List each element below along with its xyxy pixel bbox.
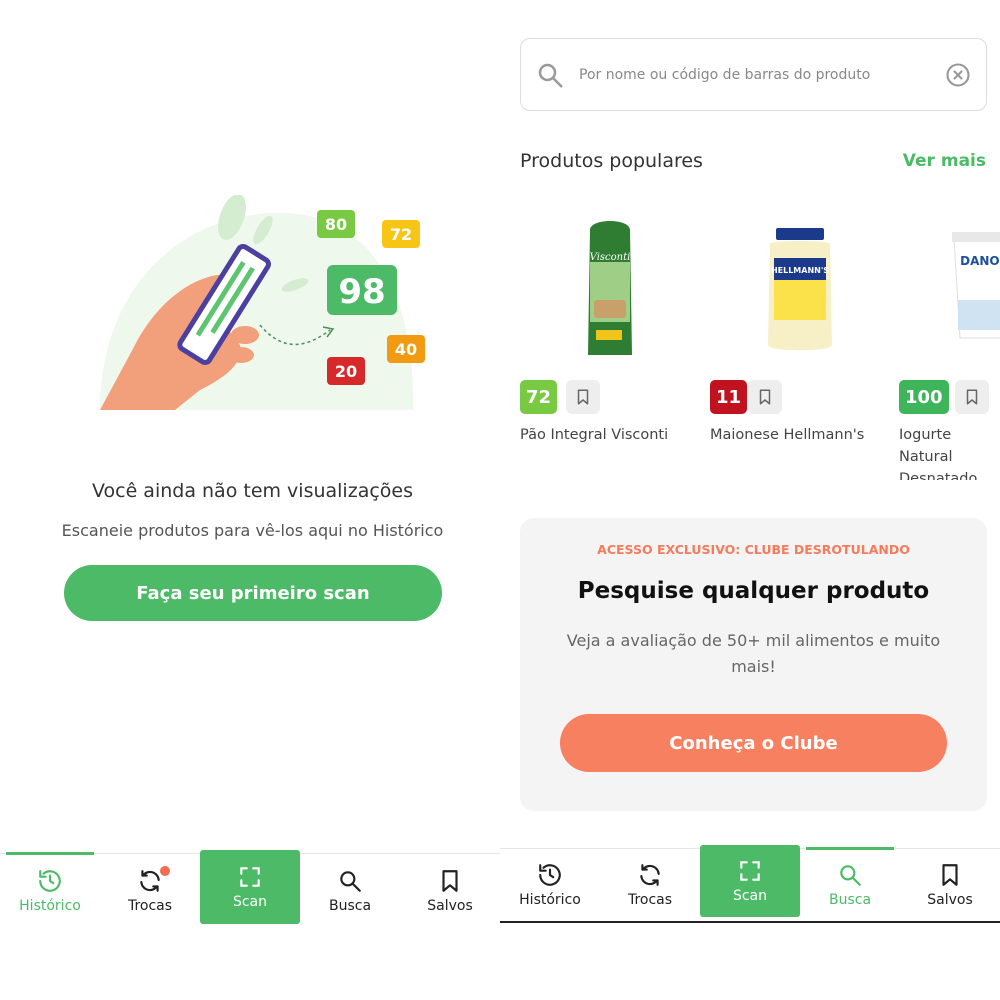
tab-label: Busca [328, 898, 372, 914]
popular-products-title: Produtos populares [520, 150, 703, 172]
club-title: Pesquise qualquer produto [577, 578, 930, 604]
bookmark-icon [937, 862, 963, 888]
tab-scan[interactable]: Scan [700, 845, 800, 917]
club-description: Veja a avaliação de 50+ mil alimentos e … [566, 631, 941, 676]
product-name: Pão Integral Visconti [520, 427, 669, 443]
history-icon [537, 862, 563, 888]
club-cta-button[interactable]: Conheça o Clube [560, 714, 947, 772]
scan-icon [737, 858, 763, 884]
swap-icon [637, 862, 663, 888]
tab-salvos[interactable]: Salvos [400, 854, 500, 928]
tab-historico[interactable]: Histórico [500, 849, 600, 921]
save-product-button[interactable] [748, 380, 782, 414]
tab-label: Scan [732, 888, 768, 904]
score-chip-label: 80 [325, 215, 347, 234]
save-product-button[interactable] [566, 380, 600, 414]
tab-salvos[interactable]: Salvos [900, 849, 1000, 921]
history-screen: 80 72 98 40 20 Você ainda não tem visual… [0, 0, 500, 1000]
save-product-button[interactable] [955, 380, 989, 414]
search-bar [520, 38, 987, 111]
product-card[interactable]: DANONE 100 Iogurte Natural Desnatado Dan… [899, 200, 1000, 480]
club-promo-card: ACESSO EXCLUSIVO: CLUBE DESROTULANDO Pes… [520, 518, 987, 811]
scan-icon [237, 864, 263, 890]
popular-products-carousel: Visconti 72 Pão Integral Visconti HELLMA… [520, 200, 1000, 480]
score-chip-label: 98 [338, 272, 385, 312]
empty-state-title: Você ainda não tem visualizações [91, 480, 413, 502]
product-card[interactable]: HELLMANN'S 11 Maionese Hellmann's [710, 200, 890, 480]
finger [228, 347, 254, 363]
tab-label: Scan [232, 894, 268, 910]
empty-state-subtitle: Escaneie produtos para vê-los aqui no Hi… [61, 521, 444, 540]
tab-label: Trocas [127, 898, 173, 914]
score-chip-label: 72 [390, 225, 412, 244]
club-eyebrow: ACESSO EXCLUSIVO: CLUBE DESROTULANDO [597, 542, 910, 557]
bookmark-icon [577, 389, 589, 405]
brand-mark: HELLMANN'S [771, 266, 829, 275]
brand-mark: Visconti [590, 252, 631, 263]
clear-search-icon[interactable] [944, 61, 972, 89]
product-name: Maionese Hellmann's [710, 427, 865, 443]
search-screen: Produtos populares Ver mais Visconti 72 … [500, 0, 1000, 1000]
bottom-tab-bar: Histórico Trocas Scan Busca Salvos [500, 845, 1000, 923]
search-icon [535, 60, 565, 90]
tab-label: Histórico [519, 892, 581, 908]
tab-label: Salvos [927, 892, 973, 908]
mayonnaise-jar-image: HELLMANN'S [768, 228, 832, 351]
tab-historico[interactable]: Histórico [0, 852, 100, 928]
scan-illustration: 80 72 98 40 20 [100, 195, 425, 410]
bookmark-icon [966, 389, 978, 405]
search-icon [337, 868, 363, 894]
tab-label: Histórico [19, 898, 81, 914]
bread-package-image: Visconti [588, 221, 632, 355]
score-chip-label: 40 [395, 340, 417, 359]
tab-busca[interactable]: Busca [800, 847, 900, 921]
search-input[interactable] [579, 66, 944, 83]
bookmark-icon [437, 868, 463, 894]
tab-trocas[interactable]: Trocas [100, 854, 200, 928]
tab-trocas[interactable]: Trocas [600, 849, 700, 921]
search-icon [837, 862, 863, 888]
score-badge: 100 [899, 380, 949, 414]
product-name: Iogurte Natural Desnatado Danone [899, 427, 978, 480]
score-chip-label: 20 [335, 362, 357, 381]
see-more-link[interactable]: Ver mais [903, 151, 986, 171]
yogurt-cup-image: DANONE [952, 232, 1000, 339]
bookmark-icon [759, 389, 771, 405]
tab-label: Salvos [427, 898, 473, 914]
notification-dot [160, 866, 170, 876]
bottom-tab-bar: Histórico Trocas Scan Busca Salvos [0, 850, 500, 928]
tab-label: Trocas [627, 892, 673, 908]
first-scan-button[interactable]: Faça seu primeiro scan [64, 565, 442, 621]
tab-label: Busca [828, 892, 872, 908]
finger [231, 326, 259, 344]
score-badge: 11 [710, 380, 748, 414]
score-badge: 72 [520, 380, 558, 414]
history-icon [37, 868, 63, 894]
product-card[interactable]: Visconti 72 Pão Integral Visconti [520, 200, 700, 480]
tab-busca[interactable]: Busca [300, 854, 400, 928]
brand-mark: DANONE [960, 254, 1000, 268]
tab-scan[interactable]: Scan [200, 850, 300, 924]
